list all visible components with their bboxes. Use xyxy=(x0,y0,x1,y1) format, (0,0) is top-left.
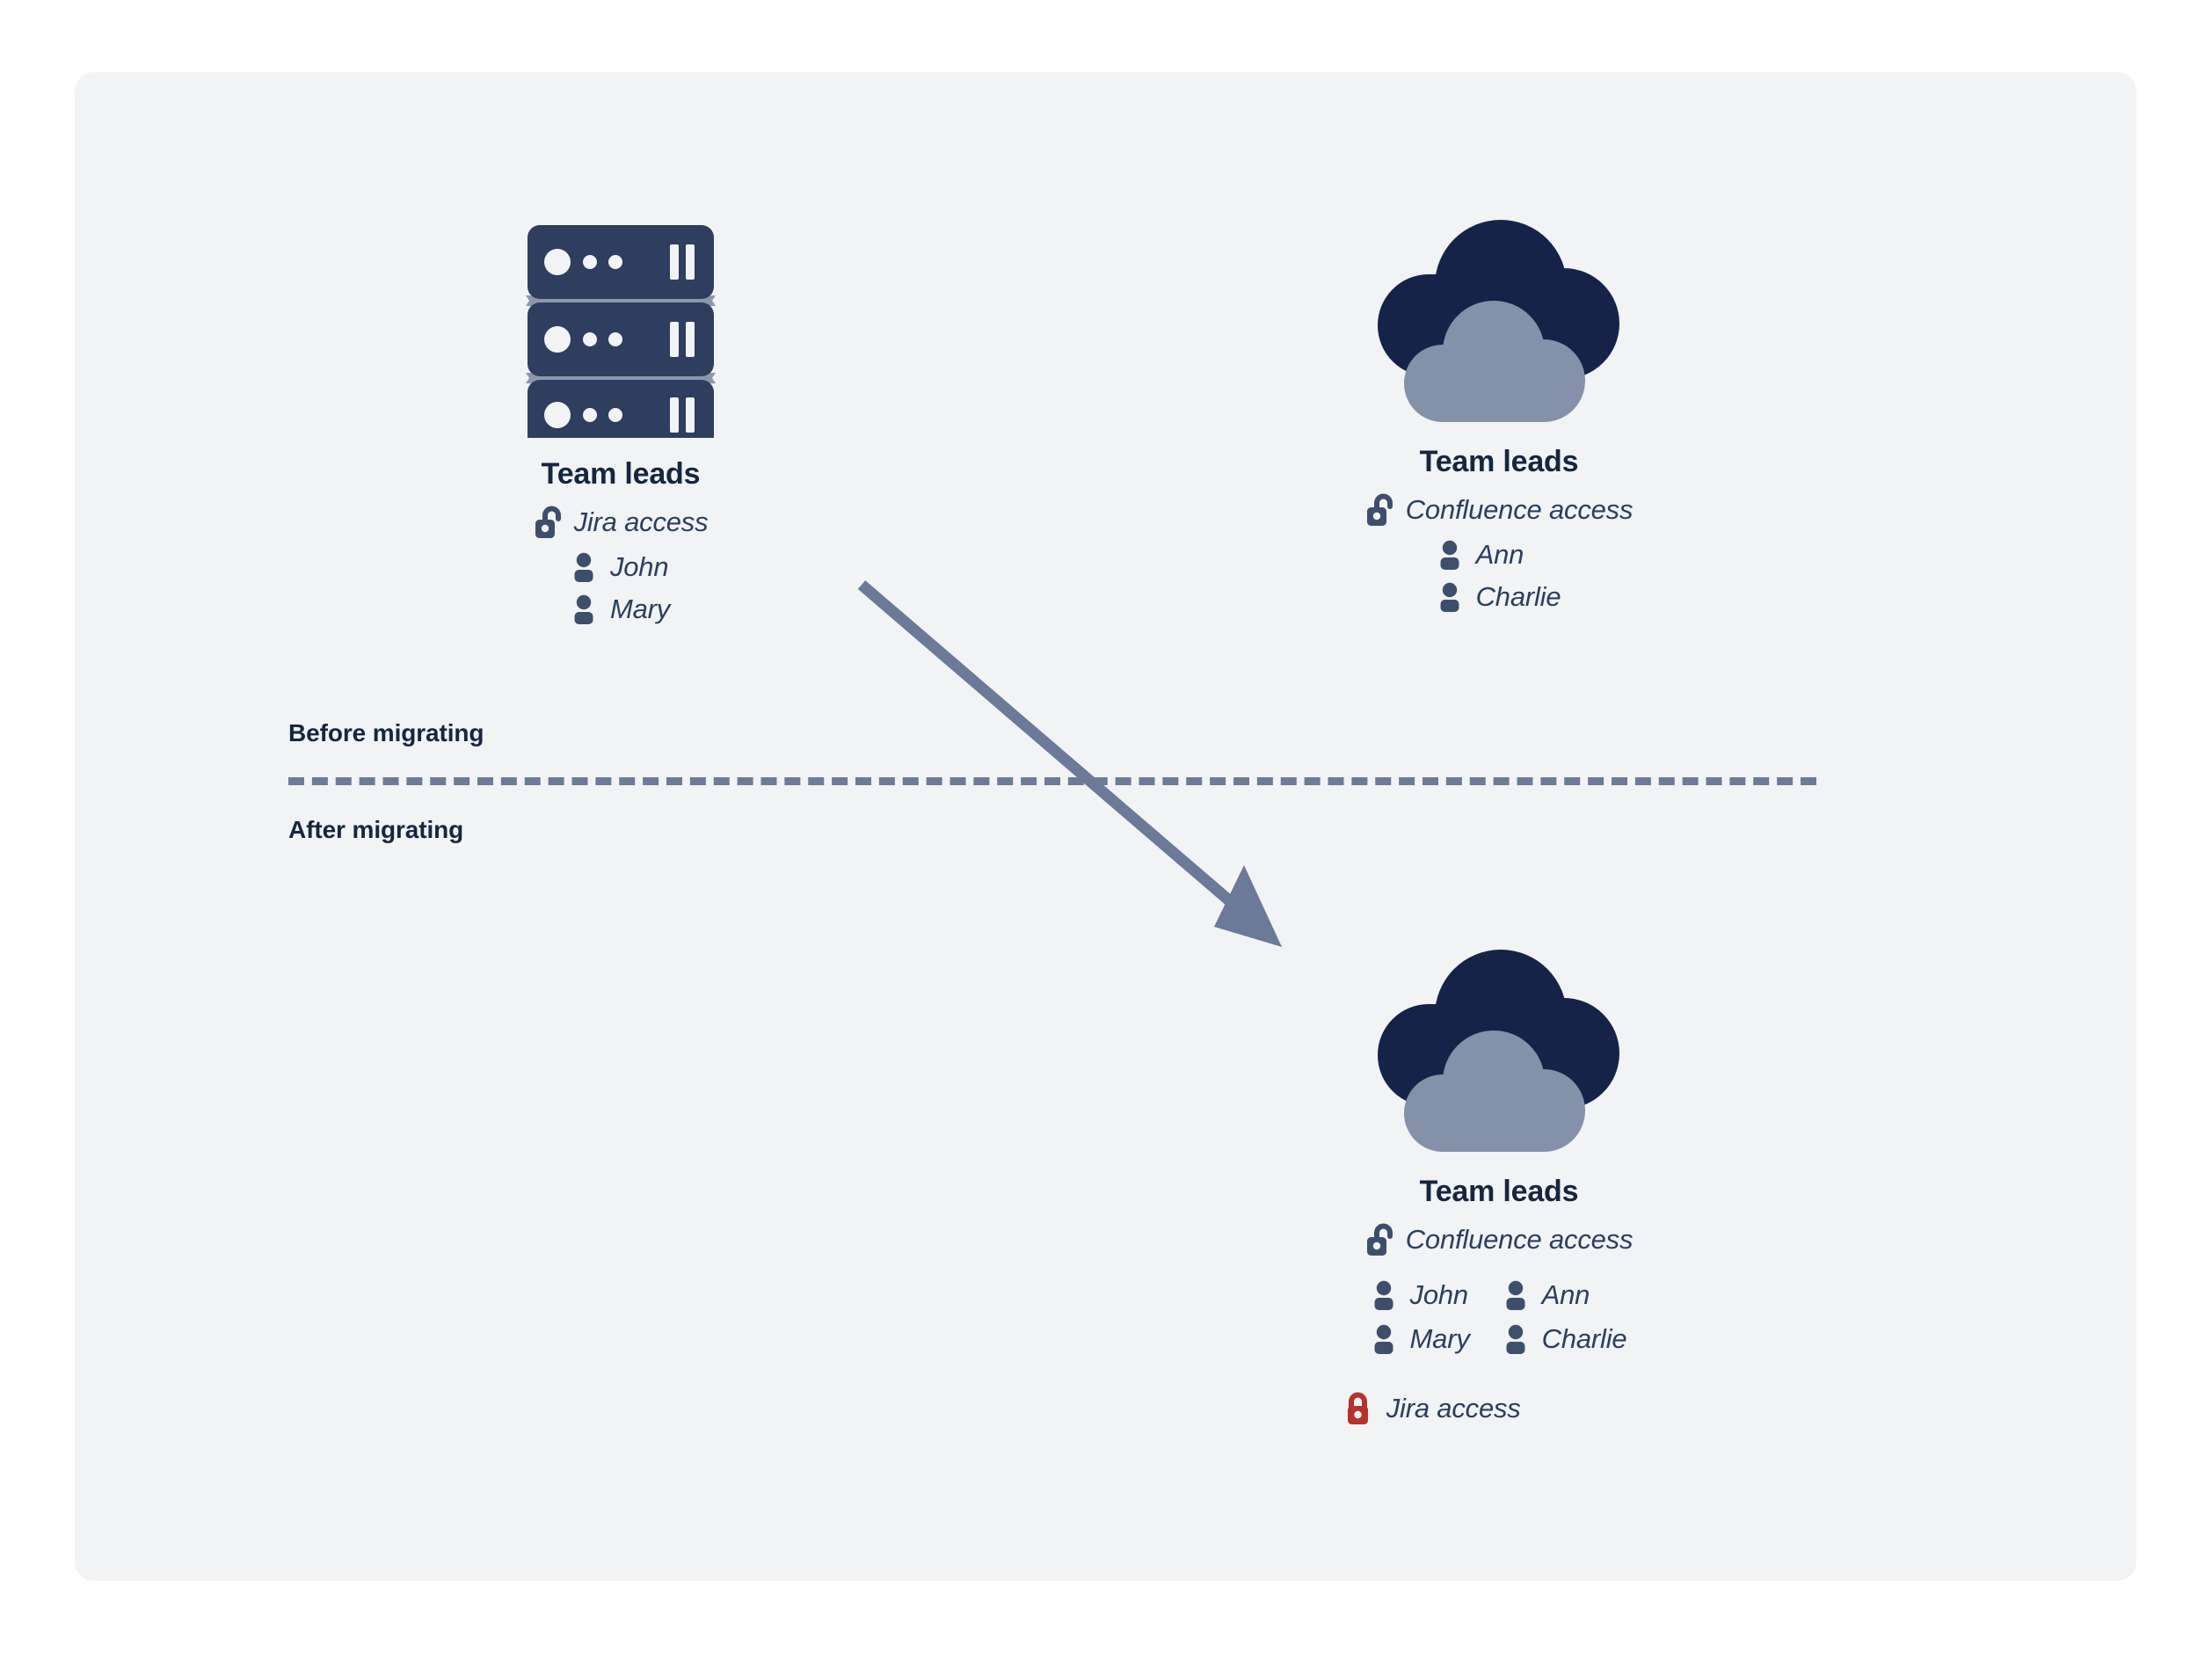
list-item: Mary xyxy=(1372,1323,1470,1355)
list-item: John xyxy=(571,551,669,583)
access-row-confluence: Confluence access xyxy=(1365,493,1634,527)
access-row-jira: Jira access xyxy=(534,506,709,539)
server-rack-icon xyxy=(520,220,721,454)
node-cloud-team-leads-after: Team leads Confluence access John Mary A… xyxy=(1347,950,1634,1425)
unlocked-padlock-icon xyxy=(1365,493,1394,527)
list-item: Charlie xyxy=(1503,1323,1627,1355)
person-icon xyxy=(1437,540,1462,570)
before-migrating-label: Before migrating xyxy=(288,719,484,746)
node-server-team-leads: Team leads Jira access John Mary xyxy=(520,220,784,625)
person-icon xyxy=(1372,1324,1396,1354)
person-icon xyxy=(1503,1280,1528,1310)
diagram-canvas: Team leads Jira access John Mary Team le… xyxy=(0,0,2212,1653)
member-list: Ann Charlie xyxy=(1437,539,1561,613)
member-name: Ann xyxy=(1541,1279,1590,1310)
member-column-right: Ann Charlie xyxy=(1503,1279,1627,1355)
access-row-jira-denied: Jira access xyxy=(1346,1392,1521,1425)
person-icon xyxy=(1437,582,1462,612)
person-icon xyxy=(1503,1324,1528,1354)
member-name: Mary xyxy=(1409,1323,1470,1354)
person-icon xyxy=(571,552,596,582)
access-label: Jira access xyxy=(1386,1393,1521,1424)
node-title: Team leads xyxy=(1419,445,1579,478)
member-name: Mary xyxy=(609,593,671,624)
locked-padlock-icon xyxy=(1346,1392,1375,1425)
member-column-left: John Mary xyxy=(1372,1279,1470,1355)
after-migrating-label: After migrating xyxy=(288,816,464,843)
list-item: Ann xyxy=(1437,539,1524,571)
member-name: Charlie xyxy=(1541,1323,1627,1354)
member-list: John Mary xyxy=(571,551,670,625)
node-title: Team leads xyxy=(541,457,701,491)
member-grid: John Mary Ann Charlie xyxy=(1372,1279,1627,1355)
member-name: John xyxy=(609,551,669,582)
member-name: John xyxy=(1409,1279,1469,1310)
access-row-confluence: Confluence access xyxy=(1365,1223,1634,1256)
member-name: Ann xyxy=(1475,539,1524,570)
access-label: Confluence access xyxy=(1405,494,1634,525)
person-icon xyxy=(571,594,596,624)
list-item: Ann xyxy=(1503,1279,1590,1311)
node-cloud-team-leads-before: Team leads Confluence access Ann Charlie xyxy=(1365,220,1634,613)
person-icon xyxy=(1372,1280,1396,1310)
access-label: Confluence access xyxy=(1405,1224,1634,1255)
unlocked-padlock-icon xyxy=(1365,1223,1394,1256)
access-label: Jira access xyxy=(573,506,709,537)
list-item: John xyxy=(1372,1279,1468,1311)
list-item: Charlie xyxy=(1437,581,1561,613)
member-name: Charlie xyxy=(1475,581,1561,612)
cloud-icon xyxy=(1369,950,1629,1161)
cloud-icon xyxy=(1369,220,1629,431)
phase-divider xyxy=(288,777,1816,785)
unlocked-padlock-icon xyxy=(534,506,563,539)
list-item: Mary xyxy=(571,593,670,625)
node-title: Team leads xyxy=(1419,1175,1579,1208)
